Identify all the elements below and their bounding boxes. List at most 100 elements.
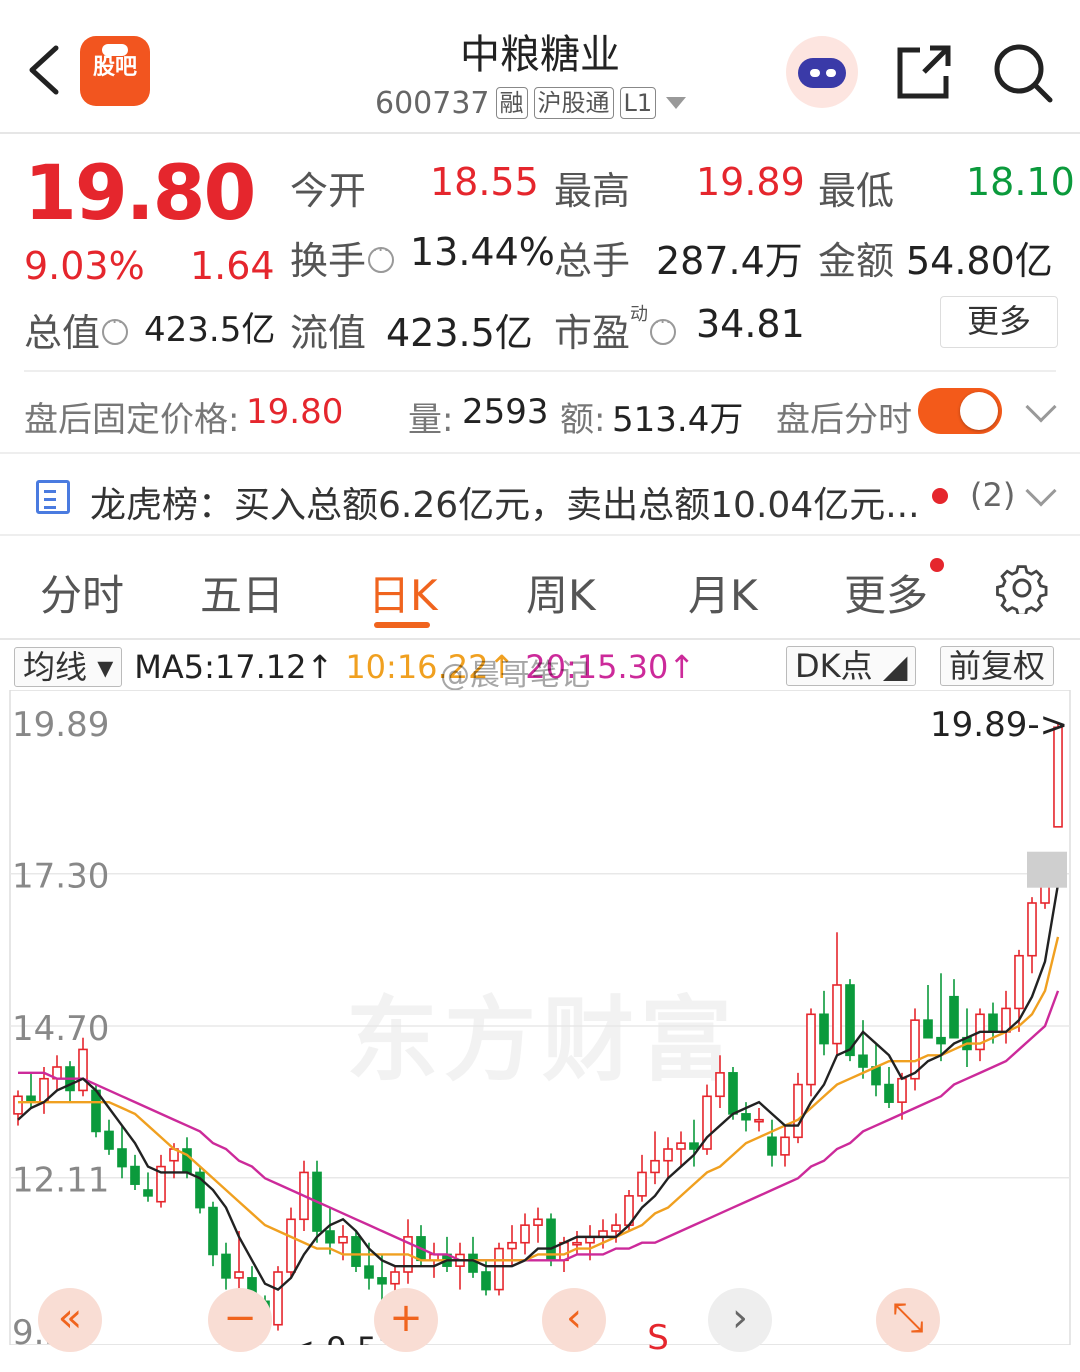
candle-body — [390, 1271, 400, 1285]
candlestick-chart[interactable]: 19.8917.3014.7012.119.5119.89-><-9.51 — [0, 690, 1080, 1345]
candle-body — [819, 1013, 829, 1045]
candle-body — [520, 1224, 530, 1244]
zoom-out-button[interactable]: − — [208, 1288, 272, 1352]
candle-body — [104, 1130, 114, 1150]
candle-body — [923, 1019, 933, 1039]
more-quote-button[interactable]: 更多 — [940, 296, 1058, 348]
lhb-text[interactable]: 龙虎榜：买入总额6.26亿元，卖出总额10.04亿元... — [90, 476, 920, 528]
chevron-down-icon[interactable] — [1025, 391, 1057, 423]
after-hours-toggle[interactable] — [918, 388, 1002, 434]
open-value: 18.55 — [430, 160, 539, 204]
tag-level: L1 — [619, 87, 657, 119]
search-icon[interactable] — [992, 42, 1054, 104]
candle-body — [234, 1271, 244, 1279]
gear-icon[interactable] — [996, 562, 1048, 614]
scroll-right-button[interactable]: › — [708, 1288, 772, 1352]
candle-body — [273, 1271, 283, 1326]
candle-body — [637, 1171, 647, 1197]
stock-code: 600737 — [375, 85, 490, 121]
chart-frame — [9, 690, 1071, 1345]
unread-dot — [930, 558, 944, 572]
candle-body — [364, 1265, 374, 1279]
float-label: 流值 — [290, 311, 367, 355]
candle-body — [728, 1072, 738, 1115]
candle-body — [286, 1218, 296, 1273]
back-arrow-icon[interactable] — [22, 40, 72, 100]
volume-value: 287.4万 — [656, 239, 803, 283]
guba-button[interactable]: 股吧 — [80, 36, 150, 106]
candle-body — [559, 1241, 569, 1262]
candle-body — [1014, 954, 1024, 1010]
y-tick-label: 12.11 — [12, 1161, 109, 1201]
chart-tabs: 分时 五日 日K 周K 月K 更多 — [0, 552, 1080, 636]
after-hours-vol: 2593 — [462, 392, 549, 432]
candle-body — [533, 1218, 543, 1226]
candle-body — [143, 1189, 153, 1197]
candle-body — [650, 1159, 660, 1174]
adjust-button[interactable]: 前复权 — [940, 646, 1055, 686]
candle-body — [793, 1083, 803, 1139]
tab-intraday[interactable]: 分时 — [40, 562, 124, 623]
mktcap-value: 423.5亿 — [144, 310, 276, 350]
divider — [0, 638, 1080, 640]
mktcap-label[interactable]: 总值 — [24, 302, 129, 357]
ma5-legend: MA5:17.12↑ — [134, 648, 334, 686]
lhb-count: (2) — [970, 476, 1016, 514]
after-hours-amt-label: 额: — [560, 400, 606, 440]
candle-body — [884, 1083, 894, 1103]
tag-margin: 融 — [495, 87, 528, 119]
turnover-label[interactable]: 换手 — [290, 230, 395, 285]
candle-body — [897, 1077, 907, 1103]
candle-body — [221, 1253, 231, 1279]
scroll-left-fast-button[interactable]: « — [38, 1288, 102, 1352]
price-marker — [1027, 851, 1067, 888]
candle-body — [832, 984, 842, 1045]
low-value: 18.10 — [966, 160, 1075, 204]
float-value: 423.5亿 — [386, 311, 533, 355]
info-icon — [650, 312, 677, 345]
y-tick-label: 19.89 — [12, 705, 109, 745]
tag-connect: 沪股通 — [533, 87, 614, 119]
dk-point-button[interactable]: DK点 ◢ — [786, 646, 917, 686]
candle-body — [130, 1165, 140, 1185]
candle-body — [871, 1066, 881, 1086]
stock-name: 中粮糖业 — [460, 32, 620, 78]
stock-code-line[interactable]: 600737 融 沪股通 L1 — [375, 84, 687, 122]
unread-dot — [932, 488, 948, 504]
turnover-value: 13.44% — [410, 230, 555, 274]
volume-label: 总手 — [554, 239, 631, 283]
candle-body — [572, 1241, 582, 1246]
y-tick-label: 14.70 — [12, 1009, 109, 1049]
candle-body — [936, 1036, 946, 1045]
candle-body — [338, 1236, 348, 1244]
candle-body — [494, 1247, 504, 1291]
pe-label[interactable]: 市盈动 — [554, 302, 677, 357]
ai-assistant-icon[interactable] — [786, 36, 858, 108]
zoom-in-button[interactable]: + — [374, 1288, 438, 1352]
candle-body — [117, 1148, 127, 1168]
candle-body — [351, 1236, 361, 1267]
tab-more[interactable]: 更多 — [844, 562, 928, 623]
indicator-selector[interactable]: 均线 ▾ — [14, 647, 123, 687]
guba-label: 股吧 — [92, 55, 137, 80]
fullscreen-button[interactable]: ⤡ — [876, 1288, 940, 1352]
tab-monthly-k[interactable]: 月K — [688, 562, 758, 623]
header-bar: 股吧 中粮糖业 600737 融 沪股通 L1 — [0, 0, 1080, 134]
candle-body — [858, 1054, 868, 1068]
tab-weekly-k[interactable]: 周K — [526, 562, 596, 623]
dropdown-arrow-icon[interactable] — [666, 97, 687, 109]
candle-body — [377, 1277, 387, 1285]
candle-body — [767, 1136, 777, 1156]
candle-body — [806, 1013, 816, 1086]
info-icon — [368, 240, 395, 273]
low-label: 最低 — [818, 169, 895, 213]
share-icon[interactable] — [894, 42, 954, 102]
candle-body — [13, 1095, 23, 1115]
tab-daily-k[interactable]: 日K — [368, 562, 438, 623]
after-hours-vol-label: 量: — [408, 400, 454, 440]
tab-five-day[interactable]: 五日 — [200, 562, 284, 623]
candle-body — [78, 1048, 88, 1092]
guba-logo-icon — [102, 44, 128, 56]
scroll-left-button[interactable]: ‹ — [542, 1288, 606, 1352]
candle-body — [1027, 902, 1037, 957]
